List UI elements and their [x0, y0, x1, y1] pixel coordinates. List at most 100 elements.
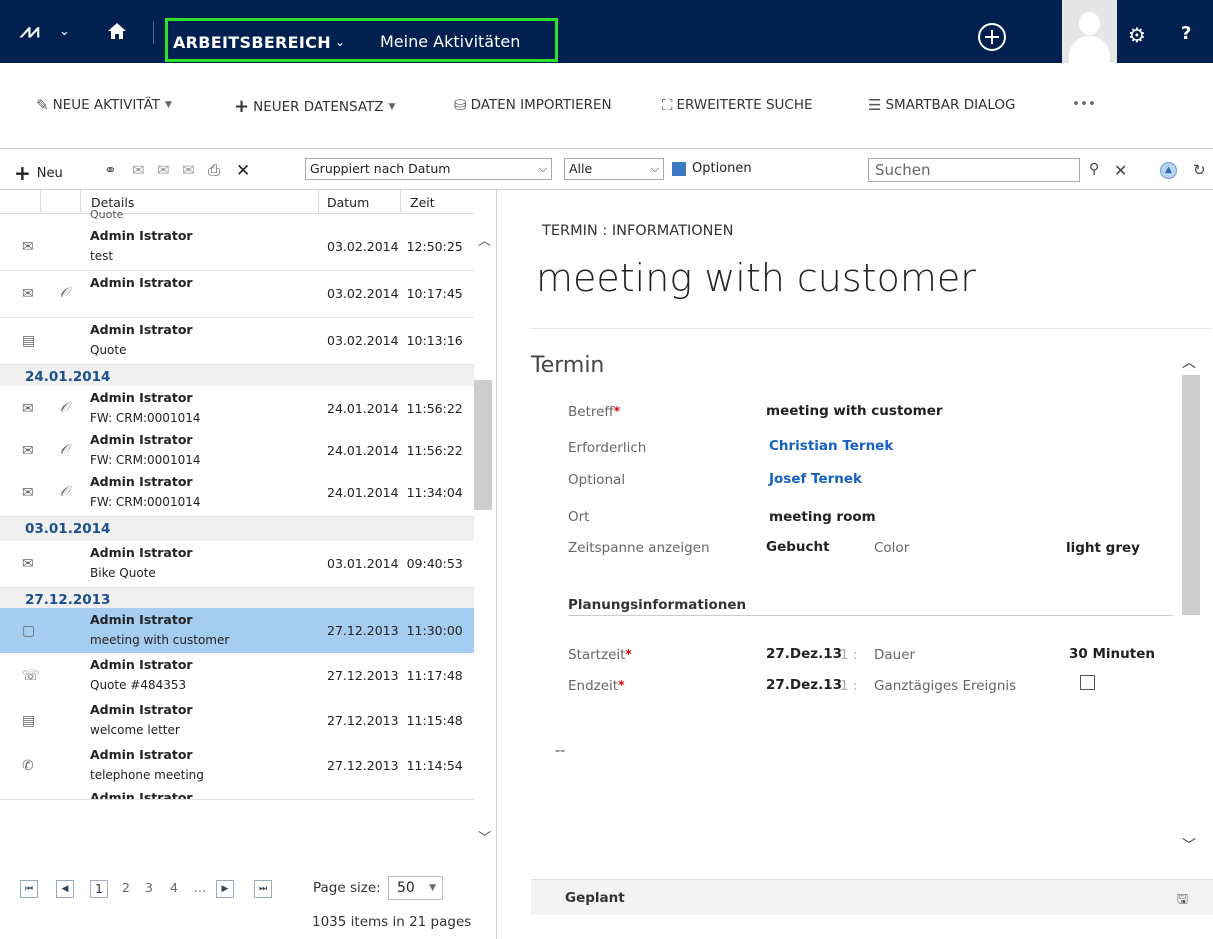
pager: ⏮ ◀ 1 2 3 4 ... ▶ ⏭ Page size: 50 ▼ 1035…: [0, 866, 496, 939]
advanced-find-button[interactable]: ⛶ ERWEITERTE SUCHE: [662, 96, 813, 114]
help-icon[interactable]: ?: [1181, 23, 1191, 44]
required-attendee-link[interactable]: Christian Ternek: [769, 438, 893, 454]
binoculars-icon: ⛶: [662, 96, 673, 114]
list-item[interactable]: ☏ Admin Istrator Quote #484353 27.12.2013 11…: [0, 653, 474, 700]
delete-icon[interactable]: ✕: [236, 161, 250, 181]
list-item[interactable]: ▤ Admin Istrator Quote 03.02.2014 10:13:16: [0, 318, 474, 365]
link-icon[interactable]: ⚭: [104, 161, 117, 179]
page-2-button[interactable]: 2: [122, 880, 130, 898]
list-scrollbar[interactable]: ︿ ﹀: [474, 190, 492, 870]
search-input[interactable]: Suchen: [868, 158, 1080, 182]
color-label: Color: [874, 540, 910, 556]
list-item[interactable]: ✉ Admin Istrator test 03.02.2014 12:50:25: [0, 224, 474, 271]
column-header-time[interactable]: Zeit: [410, 195, 435, 210]
home-icon[interactable]: [108, 23, 126, 39]
gear-icon[interactable]: ⚙: [1128, 23, 1146, 47]
refresh-icon[interactable]: ↻: [1193, 161, 1206, 179]
new-button[interactable]: + Neu: [14, 161, 63, 185]
row-time: 10:13:16: [406, 333, 463, 348]
list-item[interactable]: ✉ Admin Istrator Bike Quote 03.01.2014 09:40…: [0, 541, 474, 588]
column-divider: [80, 190, 81, 214]
start-time-value[interactable]: 1 :: [840, 647, 857, 663]
new-record-label: NEUER DATENSATZ: [253, 98, 384, 115]
collapse-up-icon[interactable]: ▲: [1160, 162, 1177, 179]
subject-label: Betreff*: [568, 404, 621, 420]
duration-value[interactable]: 30 Minuten: [1069, 646, 1155, 662]
color-value[interactable]: light grey: [1066, 540, 1140, 556]
row-owner: Admin Istrator: [90, 702, 193, 717]
row-date: 03.02.2014: [327, 286, 399, 301]
save-icon[interactable]: 🖫: [1177, 890, 1188, 912]
subject-value[interactable]: meeting with customer: [766, 403, 943, 419]
smartbar-dialog-button[interactable]: ☰ SMARTBAR DIALOG: [868, 96, 1015, 114]
current-page-link[interactable]: Meine Aktivitäten: [380, 32, 520, 51]
all-day-checkbox[interactable]: [1080, 675, 1095, 690]
optional-attendee-link[interactable]: Josef Ternek: [769, 471, 862, 487]
scroll-up-icon[interactable]: ︿: [1182, 352, 1196, 372]
options-label: Optionen: [692, 161, 752, 176]
row-subject: meeting with customer: [90, 633, 230, 647]
create-plus-icon[interactable]: [978, 23, 1006, 51]
caret-down-icon: ▼: [388, 101, 396, 112]
record-title: meeting with customer: [536, 256, 976, 300]
more-pages-button[interactable]: ...: [194, 880, 206, 898]
list-item[interactable]: ✉ Admin Istrator FW: CRM:0001014 24.01.2014…: [0, 470, 474, 517]
avatar[interactable]: [1062, 0, 1117, 63]
view-selector[interactable]: Gruppiert nach Datum ⌵: [305, 158, 552, 180]
attachment-icon: 𝒪: [60, 484, 69, 500]
list-item[interactable]: ✉ Admin Istrator 03.02.2014 10:17:45 𝒪: [0, 271, 474, 318]
list-item[interactable]: ▢ Admin Istrator meeting with customer 27.1…: [0, 608, 474, 655]
scroll-up-icon[interactable]: ︿: [478, 230, 491, 249]
group-header[interactable]: 03.01.2014: [0, 517, 474, 541]
location-value[interactable]: meeting room: [769, 509, 876, 525]
scrollbar-thumb[interactable]: [474, 380, 492, 510]
list-item[interactable]: ✆ Admin Istrator telephone meeting 27.12.20…: [0, 743, 474, 790]
end-time-value[interactable]: 1 :: [840, 678, 857, 694]
page-3-button[interactable]: 3: [145, 880, 153, 898]
row-time: 11:17:48: [406, 668, 463, 683]
row-date: 24.01.2014: [327, 485, 399, 500]
start-date-value[interactable]: 27.Dez.13: [766, 646, 842, 662]
row-datetime: 24.01.2014 11:56:22: [327, 443, 463, 458]
search-icon[interactable]: ⚲: [1089, 161, 1099, 177]
next-page-icon[interactable]: ▶: [216, 880, 234, 898]
print-icon[interactable]: ⎙: [208, 161, 220, 179]
dynamics-logo-icon[interactable]: ⩘⩘: [20, 20, 39, 42]
new-record-button[interactable]: + NEUER DATENSATZ ▼: [234, 96, 395, 117]
fax-icon: ☏: [22, 668, 40, 684]
list-item[interactable]: ✉ Admin Istrator FW: CRM:0001014 24.01.2014…: [0, 386, 474, 433]
list-item[interactable]: ▤ Admin Istrator welcome letter 27.12.2013 1…: [0, 698, 474, 745]
row-owner: Admin Istrator: [90, 747, 193, 762]
column-header-date[interactable]: Datum: [327, 195, 369, 210]
filter-selector[interactable]: Alle ⌵: [564, 158, 664, 180]
end-date-value[interactable]: 27.Dez.13: [766, 677, 842, 693]
more-commands-button[interactable]: •••: [1072, 96, 1096, 112]
form-scrollbar[interactable]: ︿ ﹀: [1178, 327, 1200, 872]
page-4-button[interactable]: 4: [170, 880, 178, 898]
mark-unread-icon[interactable]: ✉: [182, 161, 195, 179]
page-1-button[interactable]: 1: [90, 880, 108, 898]
cut-off-list-item[interactable]: Admin Istrator: [0, 788, 474, 800]
mark-read-icon[interactable]: ✉: [157, 161, 170, 179]
chevron-down-icon[interactable]: ⌄: [59, 24, 70, 39]
options-button[interactable]: Optionen: [672, 161, 752, 176]
previous-page-icon[interactable]: ◀: [56, 880, 74, 898]
first-page-icon[interactable]: ⏮: [20, 880, 38, 898]
import-data-button[interactable]: ⛁ DATEN IMPORTIEREN: [454, 96, 612, 114]
chevron-down-icon[interactable]: ⌄: [335, 35, 345, 49]
scrollbar-thumb[interactable]: [1182, 375, 1200, 615]
clear-search-icon[interactable]: ✕: [1114, 161, 1127, 180]
description-field[interactable]: --: [555, 743, 565, 759]
last-page-icon[interactable]: ⏭: [254, 880, 272, 898]
chevron-down-icon: ⌵: [538, 162, 547, 175]
mark-complete-icon[interactable]: ✉: [132, 161, 145, 179]
row-subject: FW: CRM:0001014: [90, 453, 201, 467]
workspace-menu[interactable]: ARBEITSBEREICH: [173, 33, 331, 52]
page-size-select[interactable]: 50 ▼: [388, 876, 443, 900]
smartbar-dialog-label: SMARTBAR DIALOG: [885, 97, 1016, 113]
new-activity-button[interactable]: ✎ NEUE AKTIVITÄT ▼: [36, 96, 172, 114]
scroll-down-icon[interactable]: ﹀: [1182, 835, 1196, 855]
list-item[interactable]: ✉ Admin Istrator FW: CRM:0001014 24.01.2014…: [0, 428, 474, 475]
scroll-down-icon[interactable]: ﹀: [478, 827, 491, 846]
show-time-as-value[interactable]: Gebucht: [766, 539, 830, 555]
